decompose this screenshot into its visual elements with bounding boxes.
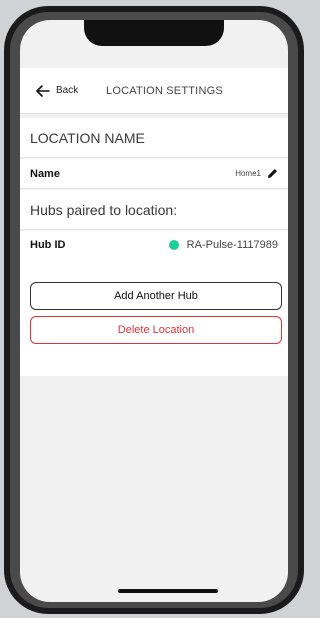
- phone-screen: Back LOCATION SETTINGS LOCATION NAME Nam…: [20, 20, 288, 602]
- page-title: LOCATION SETTINGS: [106, 84, 223, 97]
- hub-row[interactable]: Hub ID RA-Pulse-1117989: [20, 231, 288, 259]
- add-hub-button[interactable]: Add Another Hub: [30, 282, 282, 310]
- location-name-heading: LOCATION NAME: [20, 118, 288, 158]
- hub-value-group: RA-Pulse-1117989: [168, 238, 278, 251]
- phone-notch: [84, 20, 224, 46]
- hub-id-value: RA-Pulse-1117989: [186, 238, 278, 251]
- name-label: Name: [30, 167, 60, 180]
- back-button[interactable]: Back: [36, 84, 79, 97]
- delete-location-button[interactable]: Delete Location: [30, 316, 282, 344]
- name-value: Home1: [235, 169, 261, 178]
- actions-panel: Add Another Hub Delete Location: [20, 258, 288, 376]
- pencil-icon[interactable]: [267, 168, 278, 179]
- name-value-group: Home1: [235, 168, 278, 179]
- back-arrow-icon: [36, 84, 50, 97]
- hubs-heading: Hubs paired to location:: [20, 190, 288, 230]
- hub-id-label: Hub ID: [30, 238, 66, 251]
- location-name-row[interactable]: Name Home1: [20, 159, 288, 189]
- app-header: Back LOCATION SETTINGS: [20, 68, 288, 114]
- back-label: Back: [56, 85, 79, 96]
- home-indicator[interactable]: [118, 589, 218, 593]
- hub-status-indicator: [168, 239, 179, 250]
